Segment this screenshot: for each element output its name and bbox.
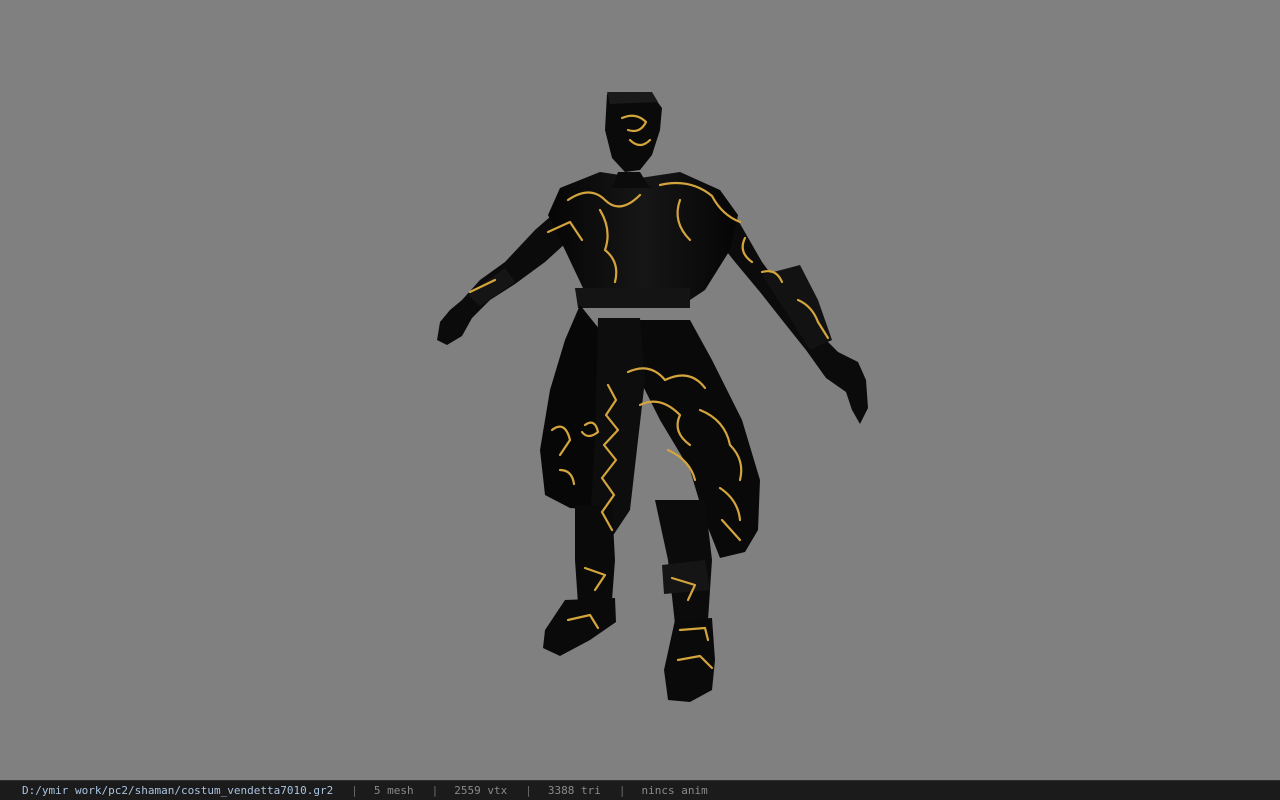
coat	[540, 305, 760, 558]
status-separator: |	[618, 784, 626, 797]
animation-status: nincs anim	[641, 784, 708, 797]
torso	[548, 172, 738, 308]
status-separator: |	[351, 784, 358, 797]
legs	[543, 500, 715, 702]
vertex-count: 2559 vtx	[454, 784, 508, 797]
head	[605, 92, 662, 188]
file-path: D:/ymir work/pc2/shaman/costum_vendetta7…	[22, 784, 334, 797]
triangle-count: 3388 tri	[547, 784, 601, 797]
status-bar: D:/ymir work/pc2/shaman/costum_vendetta7…	[0, 780, 1280, 800]
character-model[interactable]	[0, 0, 1280, 780]
status-separator: |	[431, 784, 439, 797]
3d-viewport[interactable]	[0, 0, 1280, 780]
mesh-count: 5 mesh	[373, 784, 414, 797]
status-separator: |	[525, 784, 532, 797]
